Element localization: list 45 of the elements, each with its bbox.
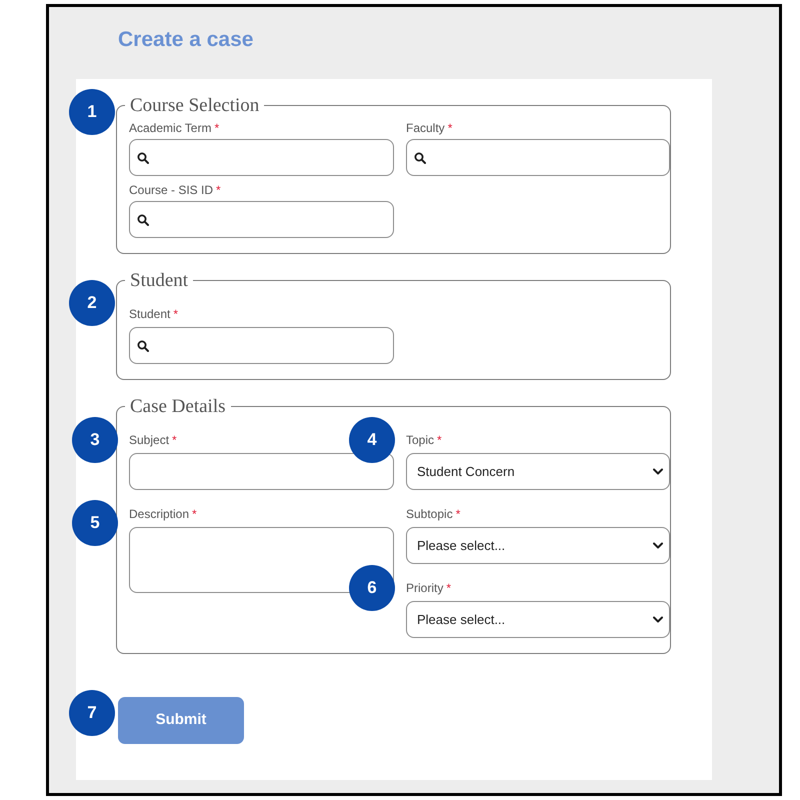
required-mark: * <box>456 506 460 522</box>
required-mark: * <box>448 120 452 136</box>
required-mark: * <box>192 506 197 522</box>
dropdown[interactable]: Please select... <box>406 527 670 564</box>
chevron-down-icon <box>653 542 663 549</box>
field-label: Topic <box>406 432 434 448</box>
field-label: Subject <box>129 432 170 448</box>
chevron-down-icon <box>653 468 663 475</box>
section-title: Case Details <box>129 396 227 417</box>
step-number-badge: 4 <box>349 417 395 463</box>
step-number-badge: 3 <box>72 417 118 463</box>
step-number-badge: 6 <box>349 565 395 611</box>
field-label: Subtopic <box>406 506 453 522</box>
search-icon <box>414 152 426 164</box>
text-area[interactable] <box>129 527 394 593</box>
step-number-badge: 5 <box>72 500 118 546</box>
required-mark: * <box>172 432 177 448</box>
search-icon <box>137 152 149 164</box>
field-label: Description <box>129 506 190 522</box>
section-title: Course Selection <box>129 95 260 116</box>
step-number-badge: 7 <box>69 690 115 736</box>
search-field[interactable] <box>129 139 394 176</box>
search-field[interactable] <box>129 327 394 364</box>
search-field[interactable] <box>406 139 670 176</box>
required-mark: * <box>216 182 221 198</box>
required-mark: * <box>437 432 442 448</box>
field-label: Faculty <box>406 120 445 136</box>
search-icon <box>137 340 149 352</box>
step-number-badge: 2 <box>69 280 115 326</box>
page-title: Create a case <box>118 27 254 53</box>
required-mark: * <box>173 306 178 322</box>
field-label: Academic Term <box>129 120 212 136</box>
required-mark: * <box>446 580 452 596</box>
dropdown[interactable]: Student Concern <box>406 453 670 490</box>
step-number-badge: 1 <box>69 89 115 135</box>
required-mark: * <box>214 120 220 136</box>
field-label: Student <box>129 306 170 322</box>
chevron-down-icon <box>653 616 663 623</box>
field-label: Course - SIS ID <box>129 182 214 198</box>
section-title: Student <box>129 270 190 291</box>
text-field[interactable] <box>129 453 394 490</box>
search-field[interactable] <box>129 201 394 238</box>
field-label: Priority <box>406 580 444 596</box>
search-icon <box>137 214 149 226</box>
dropdown[interactable]: Please select... <box>406 601 670 638</box>
